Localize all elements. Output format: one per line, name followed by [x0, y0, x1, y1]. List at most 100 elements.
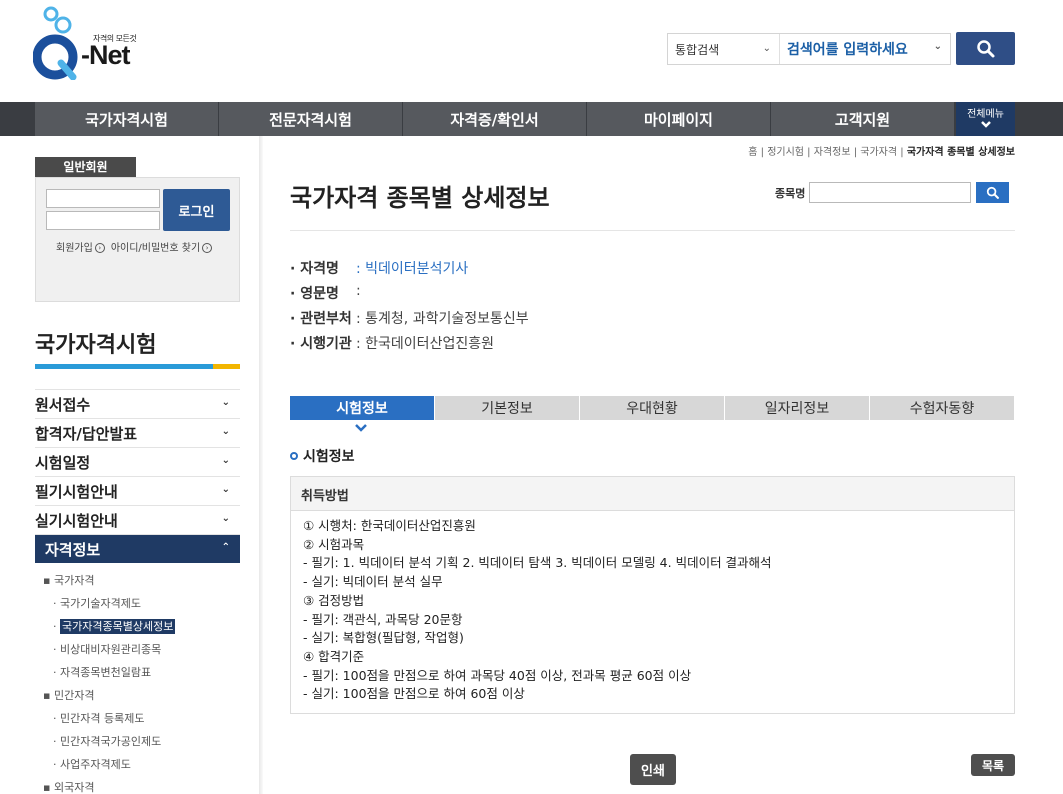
- chevron-right-icon: ›: [202, 243, 213, 253]
- all-menu-label: 전체메뉴: [967, 109, 1004, 120]
- sub-label: 민간자격: [53, 689, 95, 702]
- item-search-label: 종목명: [775, 186, 806, 200]
- breadcrumb: 홈 | 정기시험 | 자격정보 | 국가자격 | 국가자격 종목별 상세정보: [748, 147, 1015, 158]
- sidebar-item-qualification-info[interactable]: 자격정보 ⌃: [35, 534, 240, 563]
- panel-line: - 실기: 100점을 만점으로 하여 60점 이상: [303, 686, 525, 702]
- bullet-icon: [290, 452, 298, 460]
- breadcrumb-item[interactable]: 자격정보: [814, 147, 851, 158]
- login-button[interactable]: 로그인: [163, 189, 230, 231]
- sidebar-item-results[interactable]: 합격자/답안발표 ⌄: [35, 418, 240, 447]
- panel-line: - 필기: 객관식, 과목당 20문항: [303, 611, 463, 627]
- gnb-professional-exam[interactable]: 전문자격시험: [219, 102, 403, 136]
- info-key: · 자격명: [290, 261, 339, 277]
- sidebar-item-label: 합격자/답안발표: [35, 424, 138, 443]
- find-account-link[interactable]: 아이디/비밀번호 찾기 ›: [110, 239, 213, 254]
- panel-body: ① 시행처: 한국데이터산업진흥원 ② 시험과목 - 필기: 1. 빅데이터 분…: [291, 511, 1014, 710]
- breadcrumb-item[interactable]: 국가자격: [860, 147, 897, 158]
- sub-label: 국가기술자격제도: [60, 597, 141, 610]
- all-menu-button[interactable]: 전체메뉴: [956, 102, 1015, 136]
- item-search: 종목명: [775, 182, 1010, 203]
- gnb-mypage[interactable]: 마이페이지: [587, 102, 771, 136]
- chevron-up-icon: ⌃: [221, 542, 230, 553]
- sidebar-item-label: 시험일정: [35, 453, 91, 472]
- password-field[interactable]: [46, 211, 160, 230]
- list-button[interactable]: 목록: [971, 754, 1015, 776]
- print-button[interactable]: 인쇄: [630, 754, 676, 785]
- tab-basic-info[interactable]: 기본정보: [435, 396, 580, 420]
- info-row: · 시행기관: 한국데이터산업진흥원: [290, 333, 529, 358]
- sidebar-item-label: 실기시험안내: [35, 511, 118, 530]
- sub-private[interactable]: ▪ 민간자격: [35, 684, 240, 707]
- panel-line: - 필기: 100점을 만점으로 하여 과목당 40점 이상, 전과목 평균 6…: [303, 667, 692, 683]
- sub-label: 민간자격 등록제도: [60, 712, 145, 725]
- sub-national[interactable]: ▪ 국가자격: [35, 569, 240, 592]
- member-tab[interactable]: 일반회원: [35, 157, 136, 177]
- join-link[interactable]: 회원가입 ›: [56, 239, 105, 254]
- sidebar-item-practical-guide[interactable]: 실기시험안내 ⌄: [35, 505, 240, 534]
- sub-label: 국가자격: [53, 574, 95, 587]
- chevron-down-icon: ⌄: [933, 41, 942, 52]
- search-button[interactable]: [956, 32, 1015, 65]
- sub-private-cert[interactable]: · 민간자격국가공인제도: [35, 730, 240, 753]
- tab-trends[interactable]: 수험자동향: [870, 396, 1015, 420]
- sub-employer[interactable]: · 사업주자격제도: [35, 753, 240, 776]
- sub-label: 자격종목변천일람표: [60, 666, 152, 679]
- active-tab-indicator-icon: [354, 422, 368, 435]
- qnet-logo[interactable]: 자격의 모든것 -Net: [32, 5, 153, 81]
- panel-line: - 실기: 빅데이터 분석 실무: [303, 574, 443, 590]
- sub-label-current: 국가자격종목별상세정보: [60, 619, 176, 634]
- acquisition-panel: 취득방법 ① 시행처: 한국데이터산업진흥원 ② 시험과목 - 필기: 1. 빅…: [290, 476, 1015, 714]
- sidebar-item-written-guide[interactable]: 필기시험안내 ⌄: [35, 476, 240, 505]
- info-row: · 영문명:: [290, 283, 529, 308]
- panel-line: - 필기: 1. 빅데이터 분석 기획 2. 빅데이터 탐색 3. 빅데이터 모…: [303, 555, 772, 571]
- breadcrumb-home[interactable]: 홈: [748, 147, 757, 158]
- id-field[interactable]: [46, 189, 160, 208]
- chevron-down-icon: ⌄: [762, 43, 771, 54]
- chevron-down-icon: ⌄: [221, 513, 230, 524]
- sidebar-item-application[interactable]: 원서접수 ⌄: [35, 389, 240, 418]
- item-search-input[interactable]: [809, 182, 972, 203]
- info-value-name[interactable]: : 빅데이터분석기사: [356, 258, 468, 283]
- panel-line: ② 시험과목: [303, 536, 365, 552]
- chevron-down-icon: ⌄: [221, 397, 230, 408]
- gnb-national-exam[interactable]: 국가자격시험: [35, 102, 219, 136]
- sidebar-title: 국가자격시험: [35, 333, 157, 358]
- qualification-info: · 자격명 : 빅데이터분석기사 · 영문명: · 관련부처: 통계청, 과학기술…: [290, 258, 529, 358]
- sub-history[interactable]: · 자격종목변천일람표: [35, 661, 240, 684]
- sub-label: 비상대비자원관리종목: [60, 643, 162, 656]
- tab-exam-info[interactable]: 시험정보: [290, 396, 435, 420]
- item-search-button[interactable]: [976, 182, 1010, 203]
- global-search: 통합검색 ⌄ 검색어를 입력하세요 ⌄: [667, 33, 951, 65]
- breadcrumb-current: 국가자격 종목별 상세정보: [906, 147, 1015, 158]
- chevron-down-icon: ⌄: [221, 426, 230, 437]
- join-label: 회원가입: [56, 243, 93, 254]
- sidebar-item-schedule[interactable]: 시험일정 ⌄: [35, 447, 240, 476]
- search-icon: [976, 39, 994, 57]
- search-icon: [986, 186, 999, 199]
- divider: [290, 230, 1015, 231]
- breadcrumb-item[interactable]: 정기시험: [767, 147, 804, 158]
- info-value: :: [356, 283, 361, 299]
- sub-label: 사업주자격제도: [60, 758, 131, 771]
- tab-jobs[interactable]: 일자리정보: [725, 396, 870, 420]
- global-nav: 국가자격시험 전문자격시험 자격증/확인서 마이페이지 고객지원 전체메뉴: [0, 102, 1063, 136]
- chevron-down-icon: [980, 121, 991, 128]
- info-key: · 영문명: [290, 286, 339, 302]
- info-row: · 관련부처: 통계청, 과학기술정보통신부: [290, 308, 529, 333]
- panel-heading: 취득방법: [291, 477, 1014, 511]
- sub-emergency[interactable]: · 비상대비자원관리종목: [35, 638, 240, 661]
- sub-item-detail[interactable]: · 국가자격종목별상세정보: [35, 615, 240, 638]
- sub-foreign[interactable]: ▪ 외국자격: [35, 776, 240, 794]
- search-input[interactable]: 검색어를 입력하세요 ⌄: [780, 39, 950, 59]
- sidebar-divider: [259, 136, 263, 794]
- gnb-support[interactable]: 고객지원: [771, 102, 955, 136]
- search-scope-select[interactable]: 통합검색 ⌄: [668, 34, 780, 64]
- tab-preference[interactable]: 우대현황: [580, 396, 725, 420]
- info-tabs: 시험정보 기본정보 우대현황 일자리정보 수험자동향: [290, 396, 1015, 420]
- sub-private-reg[interactable]: · 민간자격 등록제도: [35, 707, 240, 730]
- sub-national-tech[interactable]: · 국가기술자격제도: [35, 592, 240, 615]
- find-label: 아이디/비밀번호 찾기: [110, 243, 201, 254]
- chevron-right-icon: ›: [94, 243, 105, 253]
- title-underline: [35, 364, 240, 369]
- gnb-certificate[interactable]: 자격증/확인서: [403, 102, 587, 136]
